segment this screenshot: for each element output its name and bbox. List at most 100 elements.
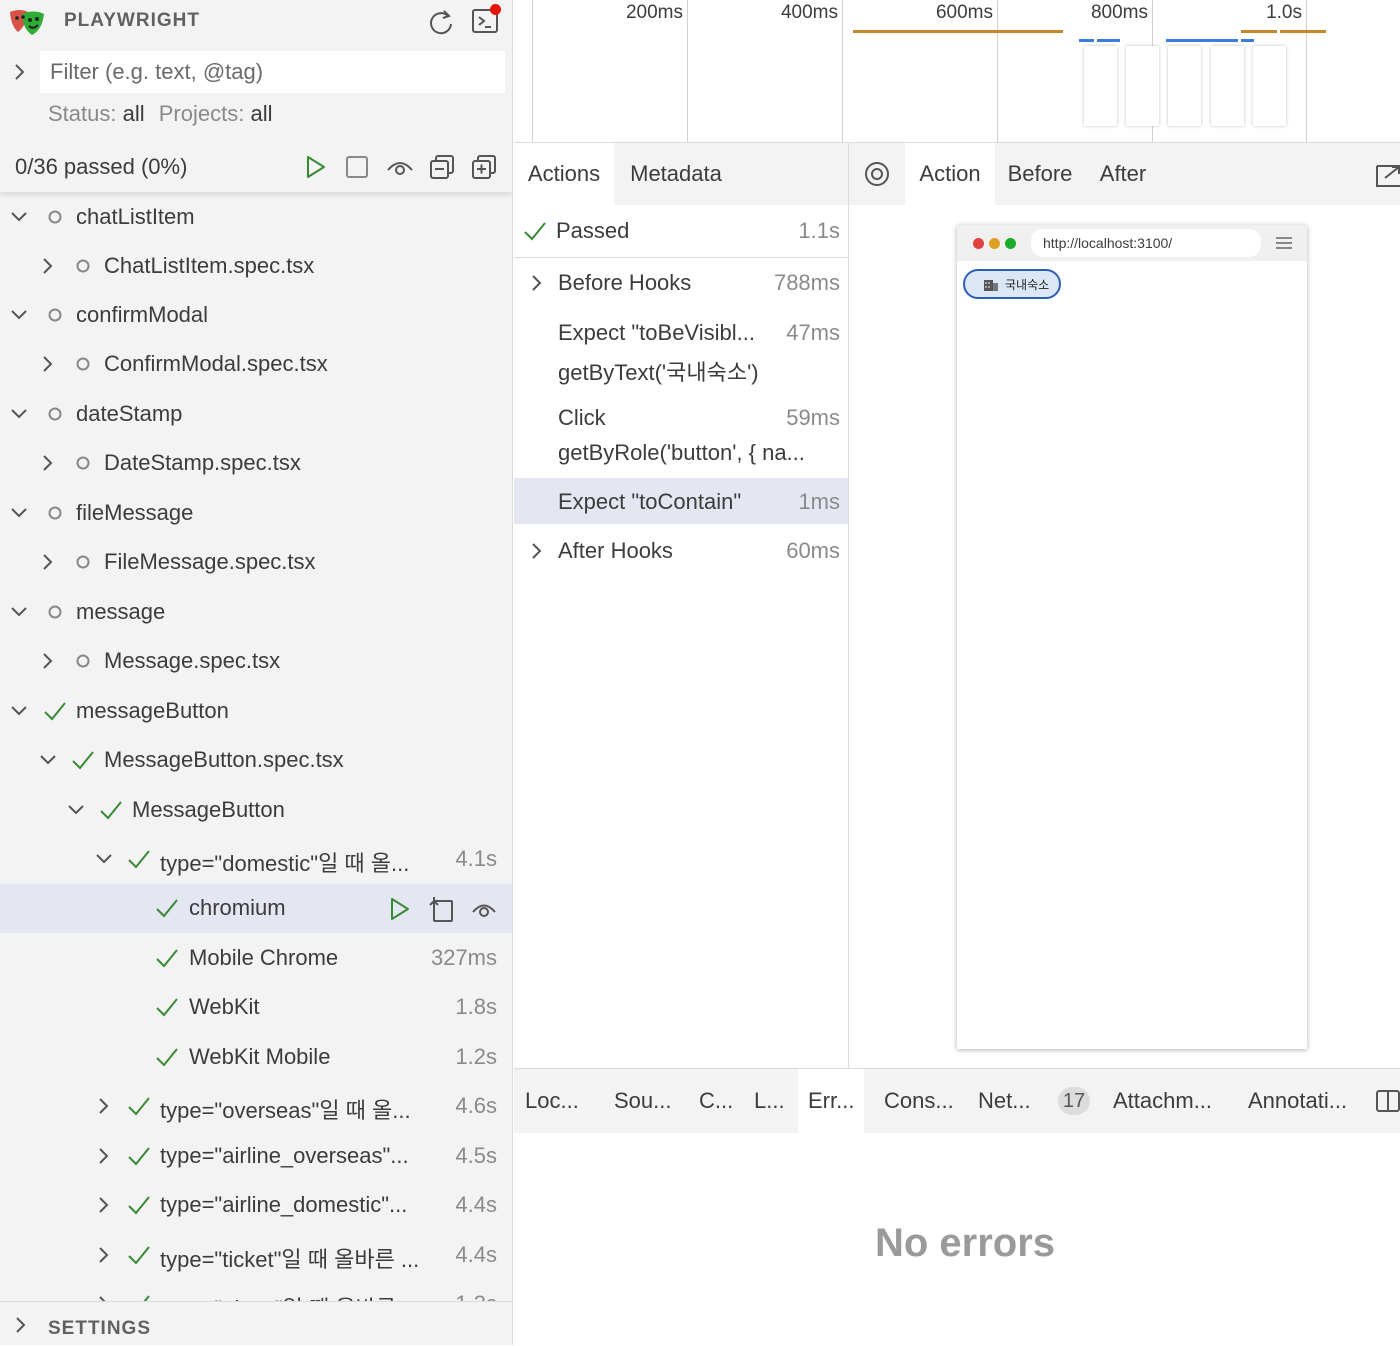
tab-annotations[interactable]: Annotati...: [1248, 1069, 1347, 1133]
tree-item-duration: 1.3s: [455, 1291, 497, 1301]
tree-item-chromium[interactable]: chromium: [0, 884, 512, 933]
tree-item-filemessage[interactable]: fileMessage: [0, 489, 512, 538]
timeline-screenshot-thumbnail[interactable]: [1126, 46, 1159, 126]
tree-item-test-overseas[interactable]: type="overseas"일 때 올... 4.6s: [0, 1082, 512, 1131]
action-item-expect-contain[interactable]: Expect "toContain" 1ms: [514, 478, 848, 524]
chevron-down-icon[interactable]: [8, 700, 30, 722]
tree-item-label: type="airline_domestic"...: [160, 1192, 408, 1217]
toggle-layout-icon[interactable]: [1376, 1089, 1400, 1113]
chevron-right-icon[interactable]: [526, 540, 548, 562]
pending-circle-icon: [70, 549, 96, 575]
expand-all-icon[interactable]: [469, 152, 499, 182]
tab-attachments[interactable]: Attachm...: [1113, 1069, 1212, 1133]
chevron-right-icon[interactable]: [37, 551, 59, 573]
chevron-right-icon[interactable]: [10, 1314, 32, 1336]
run-all-icon[interactable]: [300, 152, 330, 182]
timeline-screenshot-thumbnail[interactable]: [1168, 46, 1201, 126]
chevron-right-icon[interactable]: [37, 650, 59, 672]
chevron-right-icon[interactable]: [37, 255, 59, 277]
tab-errors[interactable]: Err...: [798, 1069, 865, 1133]
domestic-stay-button[interactable]: 국내숙소: [963, 269, 1061, 299]
collapse-all-icon[interactable]: [427, 152, 457, 182]
filter-expand-chevron-icon[interactable]: [8, 56, 32, 88]
chevron-right-icon[interactable]: [93, 1244, 115, 1266]
watch-test-icon[interactable]: [470, 895, 498, 923]
timeline-tick-label: 1.0s: [1266, 2, 1302, 23]
result-label: Passed: [556, 218, 630, 243]
action-item-click[interactable]: Click 59ms getByRole('button', { na...: [514, 393, 848, 478]
tree-item-message-spec[interactable]: Message.spec.tsx: [0, 637, 512, 686]
action-item-after-hooks[interactable]: After Hooks 60ms: [514, 526, 848, 576]
watch-all-icon[interactable]: [385, 152, 415, 182]
timeline-screenshot-thumbnail[interactable]: [1211, 46, 1244, 126]
chevron-right-icon[interactable]: [93, 1095, 115, 1117]
chevron-right-icon[interactable]: [93, 1145, 115, 1167]
chevron-down-icon[interactable]: [93, 848, 115, 870]
tab-console[interactable]: Cons...: [884, 1069, 954, 1133]
tab-before[interactable]: Before: [995, 143, 1085, 205]
timeline-screenshot-thumbnail[interactable]: [1084, 46, 1117, 126]
chevron-down-icon[interactable]: [8, 206, 30, 228]
filter-status-line[interactable]: Status: all Projects: all: [48, 101, 272, 127]
chevron-down-icon[interactable]: [8, 502, 30, 524]
tab-locator[interactable]: Loc...: [525, 1069, 579, 1133]
filter-input[interactable]: [40, 51, 505, 93]
tree-item-datestamp-spec[interactable]: DateStamp.spec.tsx: [0, 439, 512, 488]
action-item-before-hooks[interactable]: Before Hooks 788ms: [514, 258, 848, 308]
chevron-right-icon[interactable]: [37, 452, 59, 474]
passed-check-icon: [42, 698, 68, 724]
playwright-logo-icon: [8, 6, 48, 38]
chevron-down-icon[interactable]: [37, 749, 59, 771]
tree-item-chatlistitem[interactable]: chatListItem: [0, 193, 512, 242]
trace-timeline[interactable]: 200ms 400ms 600ms 800ms 1.0s: [514, 0, 1400, 143]
tree-item-label: type="overseas"일 때 올...: [160, 1098, 411, 1123]
action-item-expect-visible[interactable]: Expect "toBeVisibl... 47ms getByText('국내…: [514, 308, 848, 393]
tab-after[interactable]: After: [1085, 143, 1161, 205]
tree-item-test-airline-overseas[interactable]: type="airline_overseas"... 4.5s: [0, 1132, 512, 1181]
pick-locator-icon[interactable]: [863, 160, 891, 188]
chevron-down-icon[interactable]: [8, 403, 30, 425]
tab-call[interactable]: C...: [699, 1069, 733, 1133]
tree-item-messagebutton[interactable]: messageButton: [0, 687, 512, 736]
tree-item-messagebutton-suite[interactable]: MessageButton: [0, 786, 512, 835]
tab-source[interactable]: Sou...: [614, 1069, 671, 1133]
tab-action[interactable]: Action: [905, 143, 995, 205]
tree-item-confirmmodal[interactable]: confirmModal: [0, 291, 512, 340]
tree-item-confirmmodal-spec[interactable]: ConfirmModal.spec.tsx: [0, 340, 512, 389]
tree-item-webkit[interactable]: WebKit 1.8s: [0, 983, 512, 1032]
open-in-new-window-icon[interactable]: [1375, 160, 1400, 188]
tab-network[interactable]: Net...: [978, 1069, 1031, 1133]
tree-item-datestamp[interactable]: dateStamp: [0, 390, 512, 439]
tree-item-webkit-mobile[interactable]: WebKit Mobile 1.2s: [0, 1033, 512, 1082]
run-test-icon[interactable]: [385, 895, 413, 923]
passed-check-icon: [126, 1291, 152, 1301]
tree-item-messagebutton-spec[interactable]: MessageButton.spec.tsx: [0, 736, 512, 785]
tab-metadata[interactable]: Metadata: [614, 143, 738, 205]
chevron-down-icon[interactable]: [8, 304, 30, 326]
reload-icon[interactable]: [426, 8, 456, 36]
tree-item-chatlistitem-spec[interactable]: ChatListItem.spec.tsx: [0, 242, 512, 291]
status-value[interactable]: all: [123, 101, 145, 126]
passed-check-icon: [70, 747, 96, 773]
tab-log[interactable]: L...: [754, 1069, 785, 1133]
chevron-down-icon[interactable]: [65, 799, 87, 821]
tree-item-test-place[interactable]: type="place"일 때 올바른 ... 1.3s: [0, 1280, 512, 1301]
passed-check-icon: [154, 994, 180, 1020]
tree-item-filemessage-spec[interactable]: FileMessage.spec.tsx: [0, 538, 512, 587]
tree-item-mobile-chrome[interactable]: Mobile Chrome 327ms: [0, 934, 512, 983]
stop-icon[interactable]: [342, 152, 372, 182]
tree-item-test-ticket[interactable]: type="ticket"일 때 올바른 ... 4.4s: [0, 1231, 512, 1280]
tab-actions[interactable]: Actions: [514, 143, 614, 205]
settings-section[interactable]: SETTINGS: [0, 1301, 512, 1345]
chevron-right-icon[interactable]: [93, 1194, 115, 1216]
tree-item-test-domestic[interactable]: type="domestic"일 때 올... 4.1s: [0, 835, 512, 884]
tree-item-message[interactable]: message: [0, 588, 512, 637]
chevron-right-icon[interactable]: [526, 272, 548, 294]
chevron-right-icon[interactable]: [93, 1293, 115, 1301]
chevron-right-icon[interactable]: [37, 353, 59, 375]
tree-item-test-airline-domestic[interactable]: type="airline_domestic"... 4.4s: [0, 1181, 512, 1230]
chevron-down-icon[interactable]: [8, 601, 30, 623]
timeline-screenshot-thumbnail[interactable]: [1253, 46, 1286, 126]
open-source-icon[interactable]: [428, 895, 456, 923]
projects-value[interactable]: all: [250, 101, 272, 126]
